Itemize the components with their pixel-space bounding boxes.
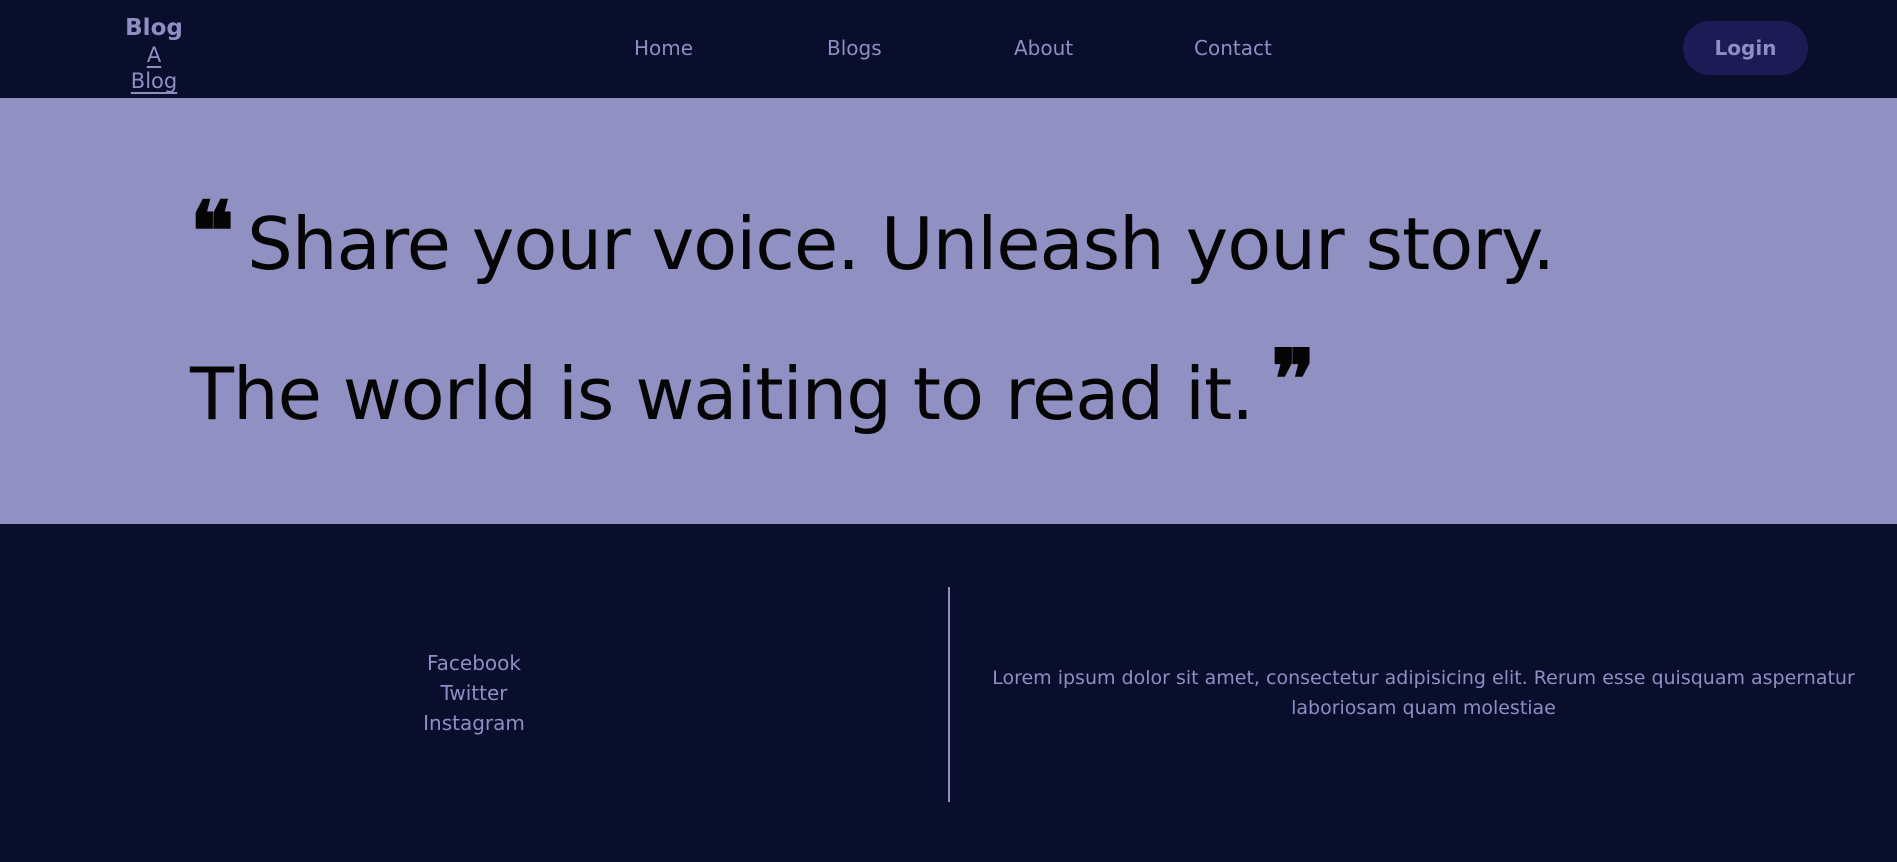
social-link-instagram[interactable]: Instagram [380,708,568,738]
social-links: Facebook Twitter Instagram [380,648,568,738]
brand: Blog A Blog [122,14,186,94]
nav-link-contact[interactable]: Contact [1194,34,1272,62]
nav-link-about[interactable]: About [1014,34,1073,62]
quote-close-icon: ❞ [1271,332,1315,428]
quote-line-2: The world is waiting to read it. ❞ [190,339,1315,439]
hero-quote-section: ❝ Share your voice. Unleash your story. T… [0,98,1897,524]
footer-divider [948,587,950,802]
brand-subtitle-link[interactable]: A Blog [122,42,186,94]
quote-text-line-2: The world is waiting to read it. [190,352,1254,436]
quote-text-line-1: Share your voice. Unleash your story. [247,202,1555,286]
footer: Facebook Twitter Instagram Lorem ipsum d… [0,524,1897,862]
quote-open-icon: ❝ [190,184,234,280]
quote-line-1: ❝ Share your voice. Unleash your story. [190,191,1555,289]
social-link-facebook[interactable]: Facebook [380,648,568,678]
navbar: Blog A Blog Home Blogs About Contact Log… [0,0,1897,98]
nav-link-blogs[interactable]: Blogs [827,34,882,62]
nav-link-home[interactable]: Home [634,34,693,62]
login-button[interactable]: Login [1683,21,1808,75]
social-link-twitter[interactable]: Twitter [380,678,568,708]
brand-title: Blog [125,15,183,41]
footer-description: Lorem ipsum dolor sit amet, consectetur … [992,667,1855,719]
